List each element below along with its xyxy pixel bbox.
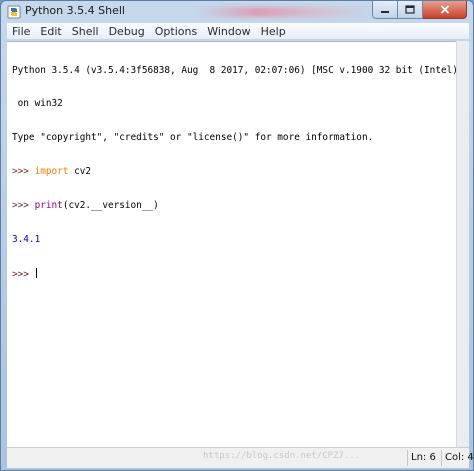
window-title: Python 3.5.4 Shell (25, 4, 125, 17)
watermark-text: https://blog.csdn.net/CPZ7... (203, 451, 361, 461)
banner-line-2: on win32 (12, 98, 63, 110)
prompt: >>> (12, 166, 35, 178)
command-line-import: >>> import cv2 (12, 166, 456, 177)
window-controls (372, 1, 467, 19)
menu-bar: File Edit Shell Debug Options Window Hel… (7, 23, 469, 40)
banner-line-1: Python 3.5.4 (v3.5.4:3f56838, Aug 8 2017… (12, 64, 456, 76)
status-column-number: Col: 4 (441, 450, 474, 466)
title-bar[interactable]: Python 3.5.4 Shell (1, 1, 473, 21)
menu-options[interactable]: Options (150, 23, 202, 40)
idle-shell-window: Python 3.5.4 Shell File Edit Shell Debug… (0, 0, 474, 471)
shell-text-area[interactable]: Python 3.5.4 (v3.5.4:3f56838, Aug 8 2017… (7, 41, 456, 447)
keyword-import: import (34, 166, 69, 178)
current-input-line[interactable]: >>> (12, 267, 456, 280)
close-button[interactable] (423, 1, 467, 19)
status-bar: https://blog.csdn.net/CPZ7... Ln: 6 Col:… (7, 447, 474, 468)
text-cursor (35, 267, 37, 278)
maximize-button[interactable] (398, 1, 423, 19)
minimize-icon (381, 10, 389, 13)
banner-line-3: Type "copyright", "credits" or "license(… (12, 132, 374, 144)
builtin-print: print (34, 200, 63, 212)
print-args: (cv2.__version__) (62, 200, 159, 212)
minimize-button[interactable] (372, 1, 398, 19)
python-idle-icon[interactable] (7, 4, 21, 19)
close-icon (440, 5, 449, 14)
maximize-icon (405, 5, 415, 14)
title-blur-overlay (197, 7, 377, 17)
command-line-print: >>> print(cv2.__version__) (12, 200, 456, 211)
status-line-number: Ln: 6 (407, 450, 441, 466)
prompt: >>> (12, 200, 35, 212)
menu-shell[interactable]: Shell (67, 23, 104, 40)
menu-debug[interactable]: Debug (104, 23, 150, 40)
vertical-scrollbar[interactable] (456, 41, 469, 447)
menu-help[interactable]: Help (256, 23, 291, 40)
import-target: cv2 (68, 166, 92, 178)
shell-lines: Python 3.5.4 (v3.5.4:3f56838, Aug 8 2017… (12, 42, 456, 302)
menu-file[interactable]: File (7, 23, 35, 40)
menu-window[interactable]: Window (202, 23, 255, 40)
prompt: >>> (12, 268, 35, 280)
menu-edit[interactable]: Edit (35, 23, 66, 40)
output-version: 3.4.1 (12, 234, 41, 246)
